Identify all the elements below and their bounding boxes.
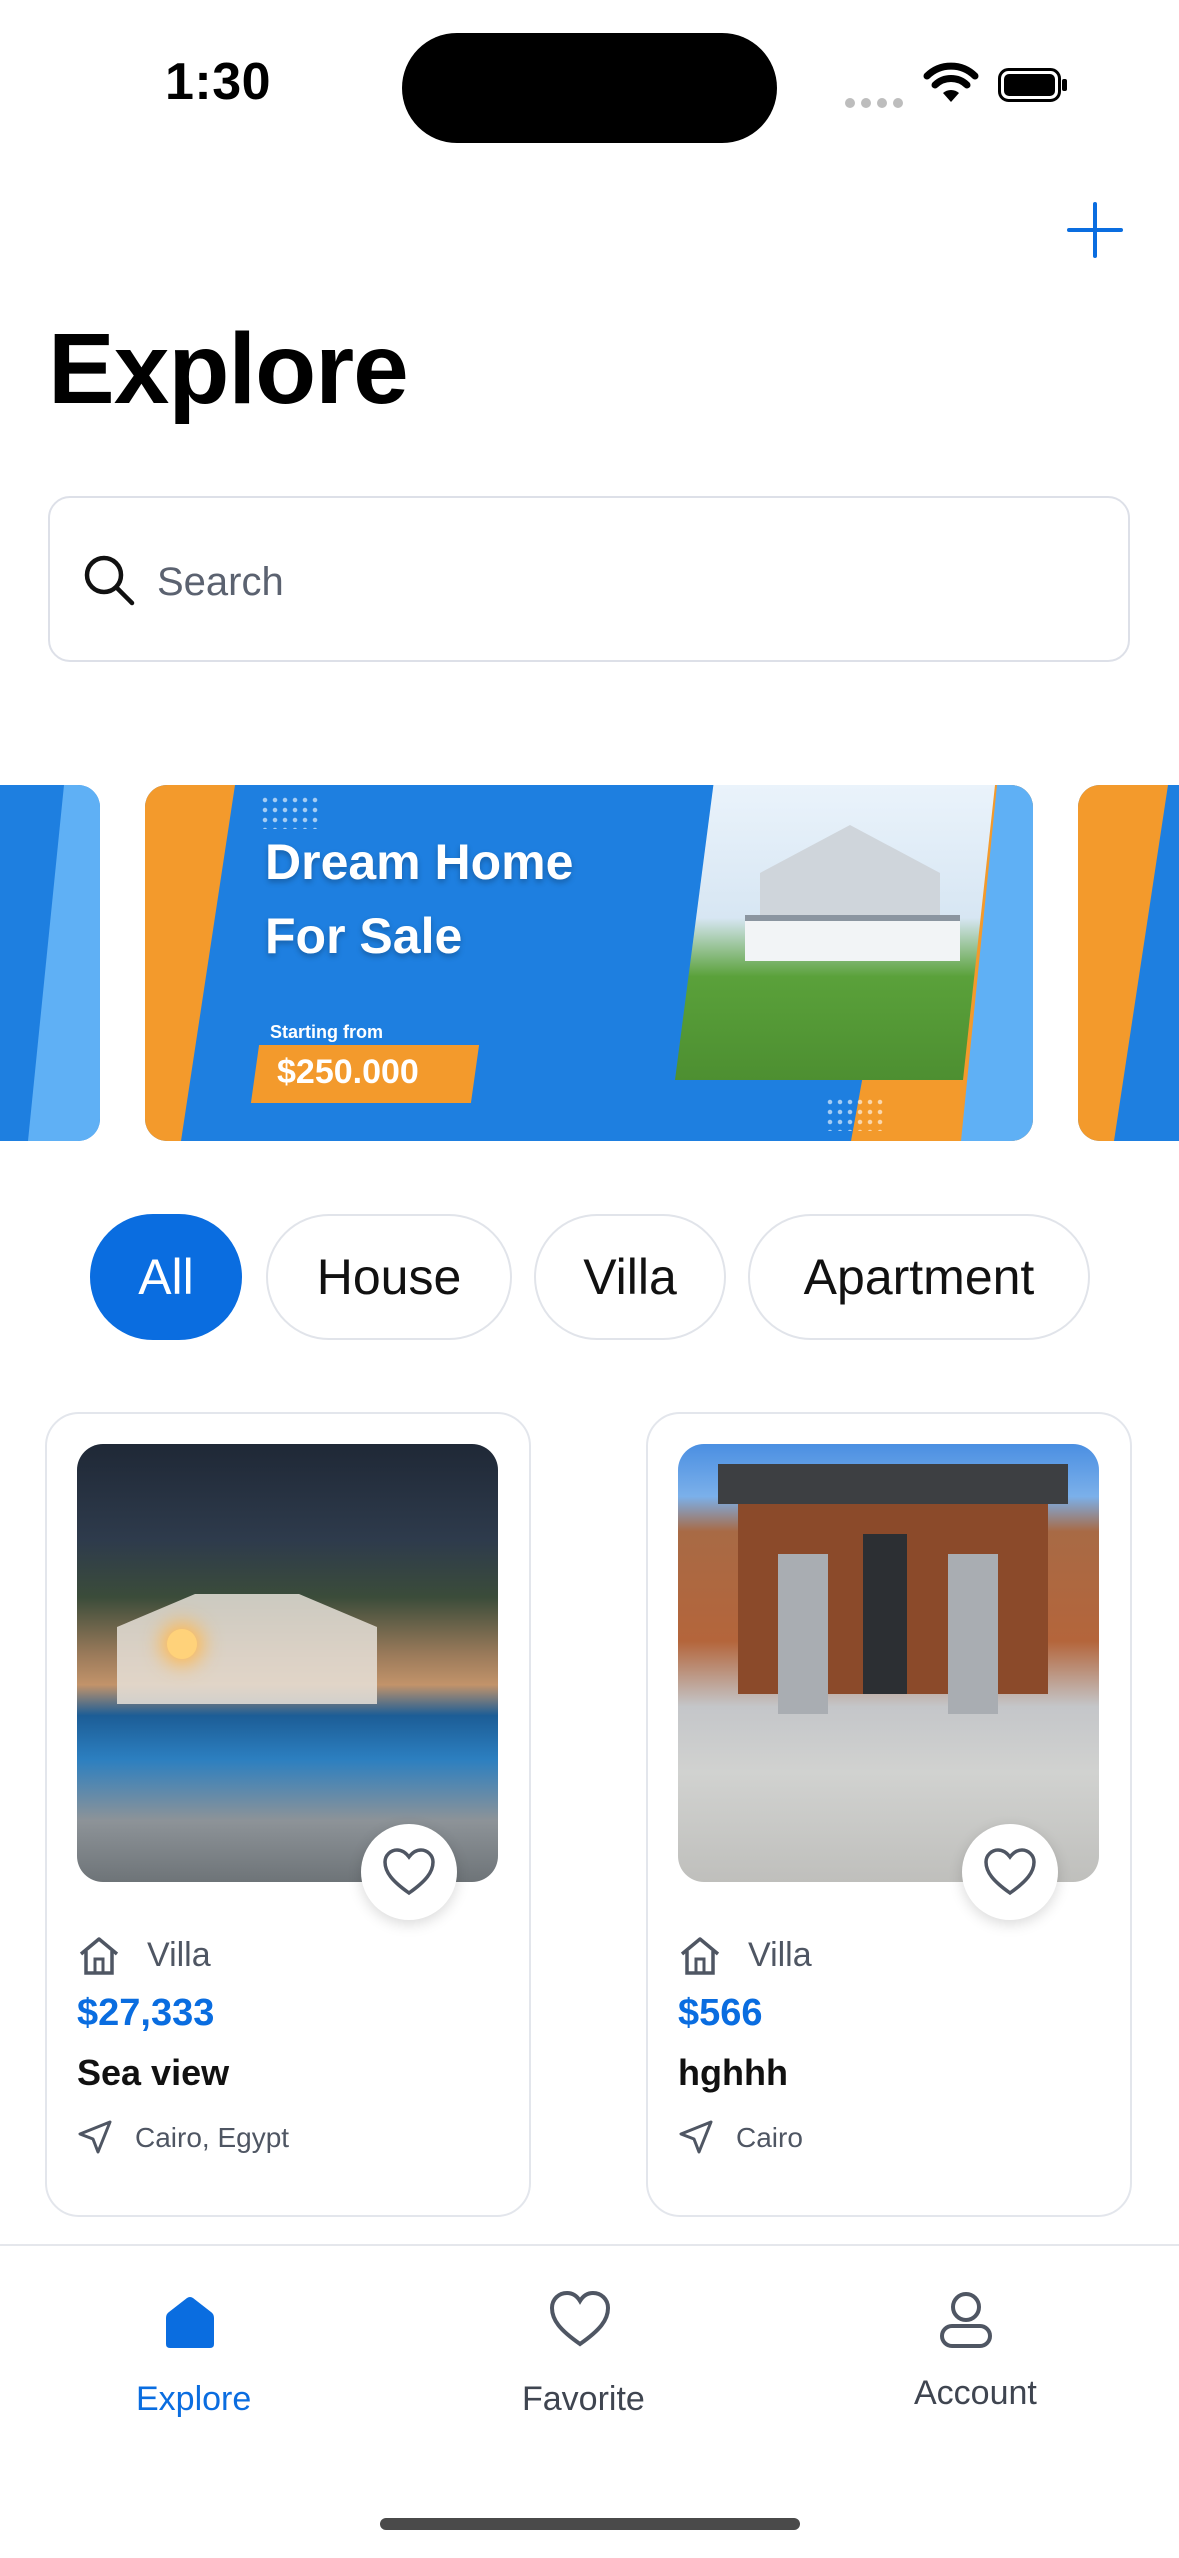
person-icon <box>940 2292 992 2348</box>
location-arrow-icon <box>679 2120 713 2154</box>
banner-heading-line2: For Sale <box>265 908 463 964</box>
add-listing-button[interactable] <box>1065 200 1125 260</box>
banner-next[interactable] <box>1078 785 1179 1141</box>
location-arrow-icon <box>78 2120 112 2154</box>
listing-price: $27,333 <box>77 1992 215 2034</box>
listing-photo <box>77 1444 498 1882</box>
banner-dots-decor <box>825 1097 885 1131</box>
listing-location: Cairo <box>736 2122 803 2153</box>
tab-bar: Explore Favorite Account <box>0 2244 1179 2558</box>
listing-location: Cairo, Egypt <box>135 2122 290 2153</box>
page-title: Explore <box>48 313 409 425</box>
search-icon <box>84 555 135 606</box>
heart-icon <box>383 1848 435 1896</box>
banner-heading-line1: Dream Home <box>265 834 574 890</box>
listing-name: Sea view <box>77 2052 230 2093</box>
filter-chip-villa[interactable]: Villa <box>534 1214 726 1340</box>
promo-banner[interactable]: Dream Home For Sale Starting from $250.0… <box>145 785 1033 1141</box>
favorite-button[interactable] <box>361 1824 457 1920</box>
banner-price: $250.000 <box>277 1053 419 1091</box>
cellular-signal-icon <box>845 95 909 113</box>
tab-favorite-label: Favorite <box>522 2380 645 2418</box>
status-time: 1:30 <box>165 53 272 111</box>
listing-type: Villa <box>748 1936 812 1974</box>
listing-photo <box>678 1444 1099 1882</box>
filter-chip-apartment[interactable]: Apartment <box>748 1214 1090 1340</box>
home-icon <box>166 2297 214 2348</box>
banner-starting-label: Starting from <box>270 1022 384 1042</box>
dynamic-island <box>402 33 777 143</box>
heart-icon <box>549 2290 611 2347</box>
wifi-icon <box>923 62 979 102</box>
listing-price: $566 <box>678 1992 763 2034</box>
banner-dots-decor <box>260 795 320 829</box>
tab-explore-label: Explore <box>136 2380 252 2418</box>
favorite-button[interactable] <box>962 1824 1058 1920</box>
filter-chip-all[interactable]: All <box>90 1214 242 1340</box>
filter-chip-house[interactable]: House <box>266 1214 512 1340</box>
search-placeholder: Search <box>157 560 284 604</box>
listing-type: Villa <box>147 1936 211 1974</box>
house-icon <box>680 1937 720 1975</box>
tab-account[interactable]: Account <box>890 2266 1070 2426</box>
listing-card[interactable]: Villa $566 hghhh Cairo <box>646 1412 1132 2217</box>
banner-house-porch <box>745 915 960 961</box>
heart-icon <box>984 1848 1036 1896</box>
listing-name: hghhh <box>678 2052 788 2093</box>
tab-favorite[interactable]: Favorite <box>490 2266 670 2426</box>
tab-explore[interactable]: Explore <box>100 2266 280 2426</box>
home-indicator <box>380 2518 800 2530</box>
listing-card[interactable]: Villa $27,333 Sea view Cairo, Egypt <box>45 1412 531 2217</box>
battery-icon <box>998 68 1067 102</box>
house-icon <box>79 1937 119 1975</box>
banner-previous[interactable] <box>0 785 100 1141</box>
tab-account-label: Account <box>914 2374 1037 2412</box>
